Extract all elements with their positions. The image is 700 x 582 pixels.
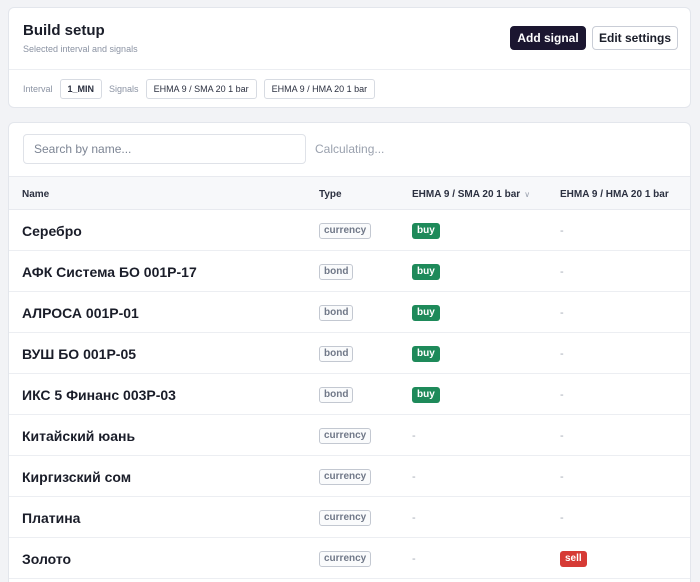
buy-badge: buy: [412, 304, 440, 321]
type-cell: currency: [319, 210, 372, 251]
empty-signal: -: [560, 511, 564, 524]
sort-chevron-icon: ∨: [524, 189, 531, 199]
instrument-name: АЛРОСА 001P-01: [22, 304, 139, 321]
table-body: Серебро currency buy - АФК Система БО 001P-1…: [9, 210, 690, 579]
instrument-name: ИКС 5 Финанс 003P-03: [22, 386, 176, 403]
empty-signal: -: [412, 552, 416, 565]
interval-label: Interval: [23, 84, 53, 94]
table-row[interactable]: ИКС 5 Финанс 003P-03 bond buy -: [9, 374, 690, 415]
type-badge: bond: [319, 263, 354, 280]
table-row[interactable]: АФК Система БО 001P-17 bond buy -: [9, 251, 690, 292]
empty-signal: -: [560, 347, 564, 360]
signal-cell: -: [560, 251, 564, 292]
signal-cell: -: [412, 456, 416, 497]
interval-chip: 1_MIN: [59, 79, 103, 99]
signal-cell: -: [560, 333, 564, 374]
type-cell: bond: [319, 251, 354, 292]
buy-badge: buy: [412, 345, 440, 362]
instrument-name: АФК Система БО 001P-17: [22, 263, 197, 280]
type-badge: currency: [319, 222, 372, 239]
signal-cell: -: [560, 497, 564, 538]
signal-cell: buy: [412, 292, 440, 333]
empty-signal: -: [412, 511, 416, 524]
type-cell: currency: [319, 415, 372, 456]
buy-badge: buy: [412, 386, 440, 403]
table-header: Name Type EHMA 9 / SMA 20 1 bar ∨ EHMA 9…: [9, 176, 690, 210]
table-row[interactable]: Китайский юань currency - -: [9, 415, 690, 456]
type-cell: bond: [319, 333, 354, 374]
empty-signal: -: [560, 306, 564, 319]
type-badge: currency: [319, 509, 372, 526]
signal-cell: -: [560, 415, 564, 456]
table-row[interactable]: Платина currency - -: [9, 497, 690, 538]
signal-cell: buy: [412, 374, 440, 415]
empty-signal: -: [560, 265, 564, 278]
add-signal-button[interactable]: Add signal: [510, 26, 586, 50]
setup-meta-row: Interval 1_MIN Signals EHMA 9 / SMA 20 1…: [23, 78, 382, 100]
signal-cell: -: [560, 456, 564, 497]
edit-settings-button[interactable]: Edit settings: [592, 26, 678, 50]
table-row[interactable]: Золото currency - sell: [9, 538, 690, 579]
type-badge: bond: [319, 345, 354, 362]
signal-cell: -: [412, 538, 416, 579]
instruments-table-card: Calculating... Name Type EHMA 9 / SMA 20…: [8, 122, 691, 582]
build-setup-card: Build setup Selected interval and signal…: [8, 7, 691, 108]
signal-cell: -: [560, 210, 564, 251]
table-row[interactable]: АЛРОСА 001P-01 bond buy -: [9, 292, 690, 333]
empty-signal: -: [560, 388, 564, 401]
signals-label: Signals: [109, 84, 139, 94]
empty-signal: -: [560, 470, 564, 483]
header-name[interactable]: Name: [22, 177, 49, 211]
type-badge: currency: [319, 468, 372, 485]
table-row[interactable]: Киргизский сом currency - -: [9, 456, 690, 497]
type-cell: bond: [319, 374, 354, 415]
instrument-name: Золото: [22, 550, 72, 567]
table-row[interactable]: ВУШ БО 001P-05 bond buy -: [9, 333, 690, 374]
signal-cell: -: [412, 415, 416, 456]
buy-badge: buy: [412, 263, 440, 280]
empty-signal: -: [412, 470, 416, 483]
instrument-name: Платина: [22, 509, 81, 526]
signal-cell: sell: [560, 538, 587, 579]
instrument-name: Китайский юань: [22, 427, 136, 444]
buy-badge: buy: [412, 222, 440, 239]
signal-chip: EHMA 9 / SMA 20 1 bar: [145, 79, 257, 99]
empty-signal: -: [412, 429, 416, 442]
header-signal-2[interactable]: EHMA 9 / HMA 20 1 bar: [560, 177, 669, 211]
type-cell: currency: [319, 456, 372, 497]
search-input[interactable]: [23, 134, 306, 164]
type-cell: currency: [319, 497, 372, 538]
signal-chip: EHMA 9 / HMA 20 1 bar: [263, 79, 376, 99]
sell-badge: sell: [560, 550, 587, 567]
header-type[interactable]: Type: [319, 177, 342, 211]
signal-cell: buy: [412, 210, 440, 251]
type-cell: bond: [319, 292, 354, 333]
signal-cell: buy: [412, 333, 440, 374]
header-signal-1[interactable]: EHMA 9 / SMA 20 1 bar ∨: [412, 177, 530, 211]
type-badge: currency: [319, 427, 372, 444]
signal-cell: -: [560, 292, 564, 333]
type-badge: currency: [319, 550, 372, 567]
header-signal-1-label: EHMA 9 / SMA 20 1 bar: [412, 188, 521, 200]
setup-divider: [9, 69, 690, 70]
type-badge: bond: [319, 304, 354, 321]
instrument-name: Серебро: [22, 222, 82, 239]
type-badge: bond: [319, 386, 354, 403]
signal-cell: -: [560, 374, 564, 415]
table-row[interactable]: Серебро currency buy -: [9, 210, 690, 251]
instrument-name: ВУШ БО 001P-05: [22, 345, 137, 362]
type-cell: currency: [319, 538, 372, 579]
signal-cell: buy: [412, 251, 440, 292]
empty-signal: -: [560, 429, 564, 442]
setup-title: Build setup: [23, 22, 105, 39]
empty-signal: -: [560, 224, 564, 237]
signal-cell: -: [412, 497, 416, 538]
instrument-name: Киргизский сом: [22, 468, 132, 485]
calculating-status: Calculating...: [315, 142, 385, 156]
setup-subtitle: Selected interval and signals: [23, 44, 138, 54]
